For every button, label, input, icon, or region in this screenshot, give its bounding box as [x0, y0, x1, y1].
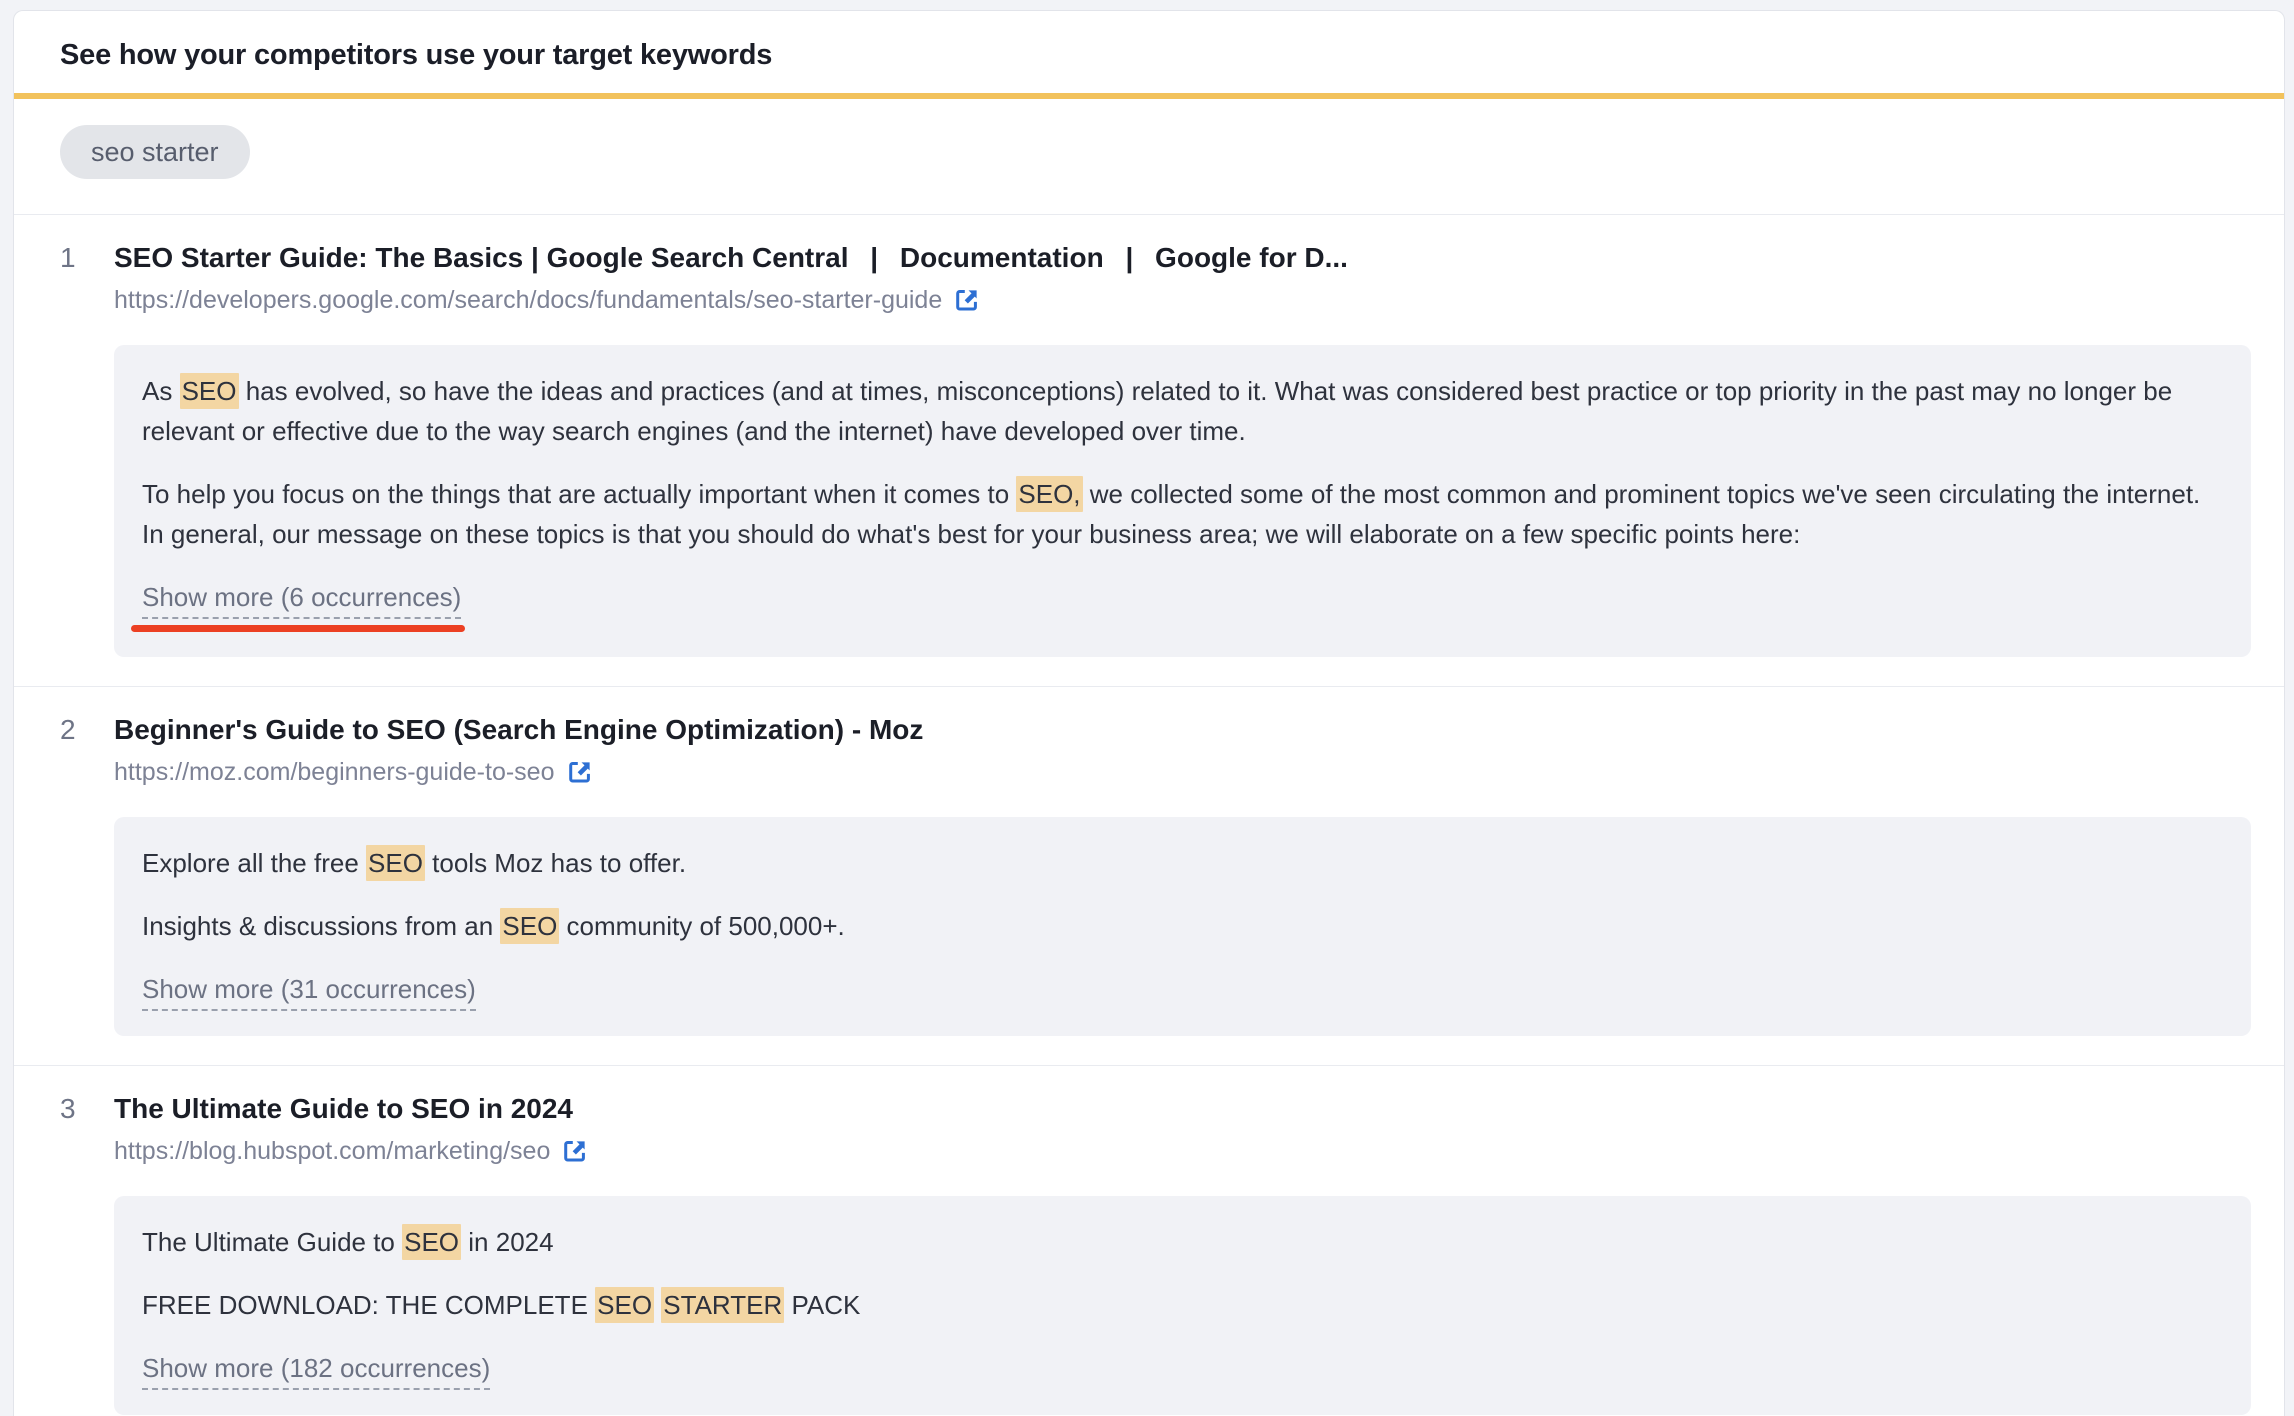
keyword-highlight: STARTER	[661, 1287, 784, 1323]
result-rank: 3	[60, 1091, 114, 1415]
result-url-row: https://moz.com/beginners-guide-to-seo	[114, 757, 2251, 787]
red-underline-annotation	[131, 625, 465, 632]
show-more-wrap: Show more (6 occurrences)	[142, 577, 2223, 632]
show-more-wrap: Show more (31 occurrences)	[142, 969, 2223, 1011]
result-title: SEO Starter Guide: The Basics | Google S…	[114, 240, 2251, 276]
result-row: 2 Beginner's Guide to SEO (Search Engine…	[14, 686, 2284, 1065]
show-more-link[interactable]: Show more (182 occurrences)	[142, 1353, 490, 1390]
result-title: Beginner's Guide to SEO (Search Engine O…	[114, 712, 2251, 748]
keyword-highlight: SEO,	[1016, 476, 1082, 512]
snippet-paragraph: To help you focus on the things that are…	[142, 474, 2223, 554]
result-url: https://developers.google.com/search/doc…	[114, 285, 942, 315]
result-title: The Ultimate Guide to SEO in 2024	[114, 1091, 2251, 1127]
snippet-paragraphs: Explore all the free SEO tools Moz has t…	[142, 843, 2223, 946]
result-rank: 1	[60, 240, 114, 657]
keyword-highlight: SEO	[180, 373, 239, 409]
keyword-highlight: SEO	[402, 1224, 461, 1260]
show-more-link[interactable]: Show more (31 occurrences)	[142, 974, 476, 1011]
result-url: https://blog.hubspot.com/marketing/seo	[114, 1136, 550, 1166]
card-header: See how your competitors use your target…	[14, 11, 2284, 93]
keyword-highlight: SEO	[595, 1287, 654, 1323]
page-title: See how your competitors use your target…	[60, 38, 2238, 93]
snippet-paragraph: Insights & discussions from an SEO commu…	[142, 906, 2223, 946]
result-content: Beginner's Guide to SEO (Search Engine O…	[114, 712, 2251, 1036]
snippet-box: As SEO has evolved, so have the ideas an…	[114, 345, 2251, 657]
snippet-paragraph: FREE DOWNLOAD: THE COMPLETE SEO STARTER …	[142, 1285, 2223, 1325]
result-rank: 2	[60, 712, 114, 1036]
keyword-highlight: SEO	[366, 845, 425, 881]
results-list: 1 SEO Starter Guide: The Basics | Google…	[14, 215, 2284, 1416]
snippet-paragraph: As SEO has evolved, so have the ideas an…	[142, 371, 2223, 451]
snippet-box: Explore all the free SEO tools Moz has t…	[114, 817, 2251, 1036]
snippet-paragraph: Explore all the free SEO tools Moz has t…	[142, 843, 2223, 883]
result-content: The Ultimate Guide to SEO in 2024 https:…	[114, 1091, 2251, 1415]
external-link-icon[interactable]	[953, 287, 980, 314]
result-row: 1 SEO Starter Guide: The Basics | Google…	[14, 215, 2284, 686]
external-link-icon[interactable]	[561, 1138, 588, 1165]
show-more-wrap: Show more (182 occurrences)	[142, 1348, 2223, 1390]
keyword-chips-row: seo starter	[14, 99, 2284, 215]
result-url-row: https://blog.hubspot.com/marketing/seo	[114, 1136, 2251, 1166]
keyword-highlight: SEO	[500, 908, 559, 944]
snippet-paragraph: The Ultimate Guide to SEO in 2024	[142, 1222, 2223, 1262]
competitors-keywords-card: See how your competitors use your target…	[13, 10, 2285, 1416]
result-url-row: https://developers.google.com/search/doc…	[114, 285, 2251, 315]
external-link-icon[interactable]	[566, 759, 593, 786]
result-content: SEO Starter Guide: The Basics | Google S…	[114, 240, 2251, 657]
result-url: https://moz.com/beginners-guide-to-seo	[114, 757, 555, 787]
keyword-chip[interactable]: seo starter	[60, 125, 250, 179]
result-row: 3 The Ultimate Guide to SEO in 2024 http…	[14, 1065, 2284, 1416]
show-more-link[interactable]: Show more (6 occurrences)	[142, 582, 461, 619]
snippet-paragraphs: As SEO has evolved, so have the ideas an…	[142, 371, 2223, 554]
snippet-box: The Ultimate Guide to SEO in 2024 FREE DO…	[114, 1196, 2251, 1415]
snippet-paragraphs: The Ultimate Guide to SEO in 2024 FREE DO…	[142, 1222, 2223, 1325]
